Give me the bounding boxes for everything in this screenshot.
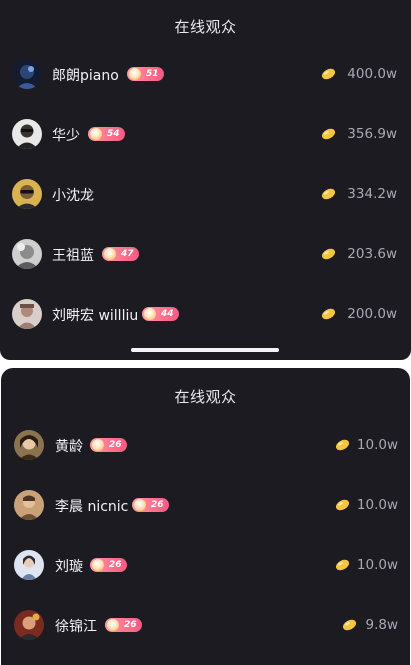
avatar[interactable] [14, 610, 44, 640]
fan-level-badge: 26 [90, 558, 127, 572]
avatar[interactable] [14, 430, 44, 460]
screenshot-canvas: 在线观众 郎朗piano 51 400.0w 华少 54 356.9w 小沈龙 … [0, 0, 411, 665]
flame-icon [107, 619, 119, 631]
fan-level-badge: 26 [132, 498, 169, 512]
avatar[interactable] [12, 119, 42, 149]
flame-icon [129, 68, 141, 80]
gift-amount: 334.2w [347, 186, 397, 202]
flame-icon [134, 499, 146, 511]
gift-amount: 10.0w [356, 497, 398, 513]
fan-level-badge: 47 [102, 247, 139, 261]
gold-bean-icon [321, 68, 336, 80]
avatar[interactable] [12, 299, 42, 329]
avatar[interactable] [12, 59, 42, 89]
viewer-name: 李晨 nicnic [55, 499, 129, 515]
viewer-row[interactable]: 刘璇 26 10.0w [1, 545, 410, 585]
gold-bean-icon [342, 619, 357, 631]
flame-icon [90, 128, 102, 140]
viewer-name: 徐锦江 [55, 619, 97, 635]
gold-bean-icon [321, 188, 336, 200]
panel-title: 在线观众 [174, 18, 237, 36]
gift-amount: 400.0w [347, 66, 397, 82]
level-number: 47 [121, 249, 134, 259]
viewer-row[interactable]: 徐锦江 26 9.8w [1, 605, 410, 645]
viewer-name: 刘畊宏 willliu [52, 308, 139, 324]
viewer-name: 小沈龙 [52, 188, 94, 204]
avatar[interactable] [14, 490, 44, 520]
flame-icon [92, 439, 104, 451]
gold-bean-icon [335, 559, 350, 571]
gift-amount: 356.9w [347, 126, 397, 142]
fan-level-badge: 26 [105, 618, 142, 632]
fan-level-badge: 51 [127, 67, 164, 81]
fan-level-badge: 54 [88, 127, 125, 141]
viewer-row[interactable]: 郎朗piano 51 400.0w [0, 54, 411, 94]
level-number: 26 [109, 440, 122, 450]
viewer-name: 华少 [52, 128, 80, 144]
gold-bean-icon [335, 499, 350, 511]
flame-icon [104, 248, 116, 260]
panel-title: 在线观众 [174, 388, 237, 406]
avatar[interactable] [12, 179, 42, 209]
viewer-row[interactable]: 黄龄 26 10.0w [1, 425, 410, 465]
avatar[interactable] [12, 239, 42, 269]
gift-amount: 10.0w [356, 437, 398, 453]
online-audience-panel-top: 在线观众 郎朗piano 51 400.0w 华少 54 356.9w 小沈龙 … [0, 0, 411, 360]
home-indicator-bar[interactable] [131, 348, 279, 352]
flame-icon [144, 308, 156, 320]
gift-amount: 203.6w [347, 246, 397, 262]
viewer-row[interactable]: 小沈龙 334.2w [0, 174, 411, 214]
level-number: 26 [151, 500, 164, 510]
gift-amount: 9.8w [365, 617, 398, 633]
gift-amount: 200.0w [347, 306, 397, 322]
viewer-row[interactable]: 王祖蓝 47 203.6w [0, 234, 411, 274]
viewer-row[interactable]: 刘畊宏 willliu 44 200.0w [0, 294, 411, 334]
flame-icon [92, 559, 104, 571]
gold-bean-icon [321, 128, 336, 140]
fan-level-badge: 26 [90, 438, 127, 452]
level-number: 54 [107, 129, 120, 139]
viewer-row[interactable]: 华少 54 356.9w [0, 114, 411, 154]
gold-bean-icon [321, 308, 336, 320]
avatar[interactable] [14, 550, 44, 580]
level-number: 26 [124, 620, 137, 630]
gold-bean-icon [321, 248, 336, 260]
level-number: 51 [146, 69, 159, 79]
viewer-name: 刘璇 [55, 559, 83, 575]
viewer-name: 黄龄 [55, 439, 83, 455]
viewer-name: 王祖蓝 [52, 248, 94, 264]
level-number: 26 [109, 560, 122, 570]
fan-level-badge: 44 [142, 307, 179, 321]
gold-bean-icon [335, 439, 350, 451]
online-audience-panel-bottom: 在线观众 黄龄 26 10.0w 李晨 nicnic 26 10.0w 刘璇 2… [1, 368, 410, 665]
viewer-row[interactable]: 李晨 nicnic 26 10.0w [1, 485, 410, 525]
gift-amount: 10.0w [356, 557, 398, 573]
level-number: 44 [161, 309, 174, 319]
viewer-name: 郎朗piano [52, 68, 119, 84]
